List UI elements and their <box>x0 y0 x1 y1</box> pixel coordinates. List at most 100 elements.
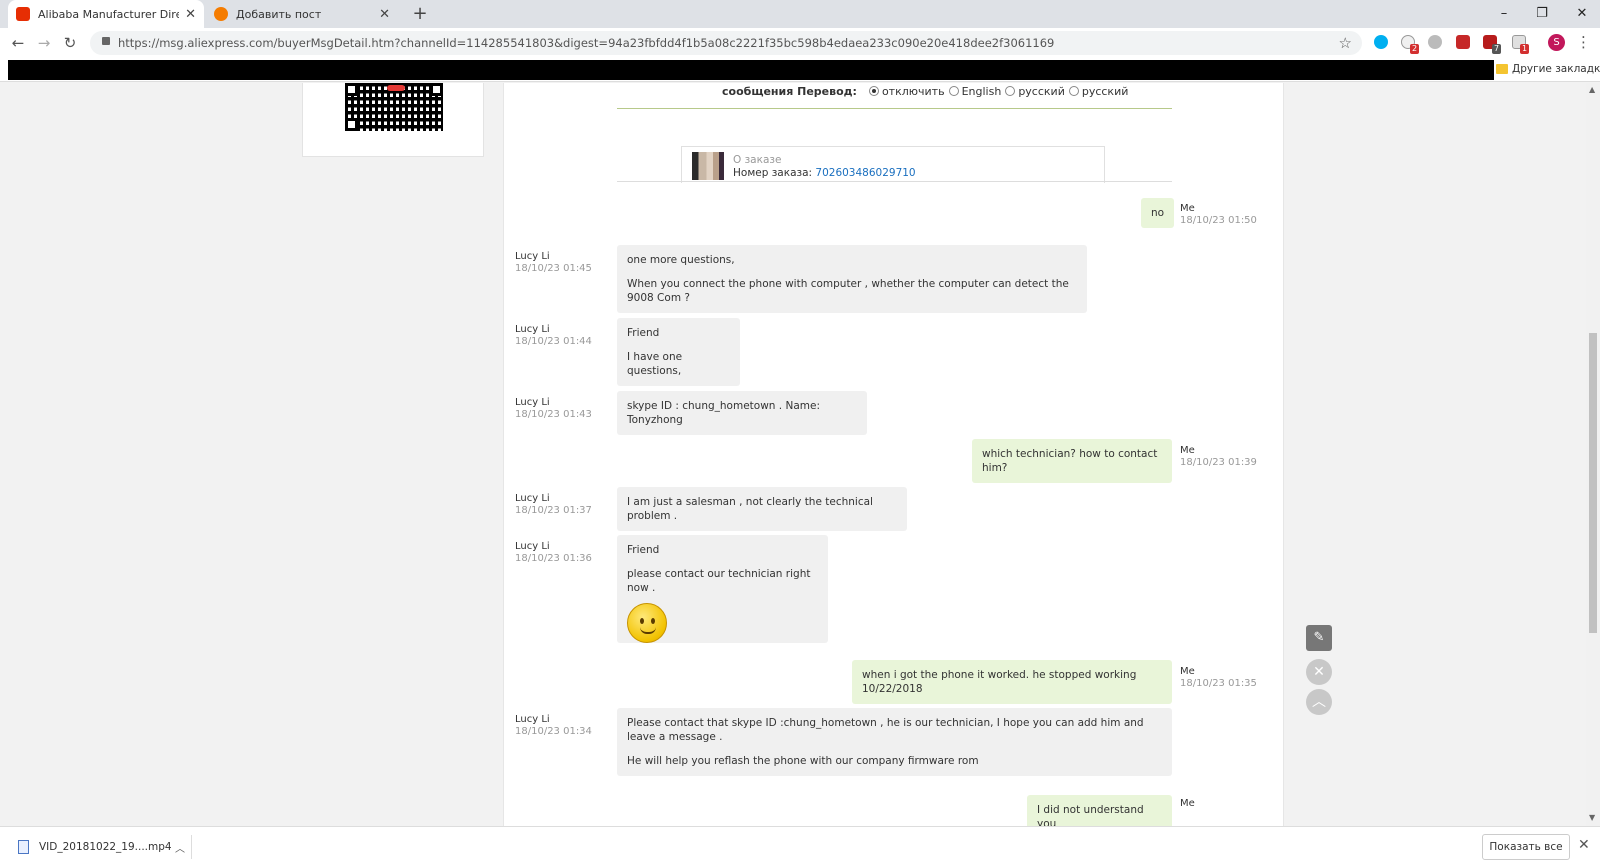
sender-name: Me <box>1180 203 1195 214</box>
translate-radio-russian-2[interactable] <box>1068 86 1079 96</box>
new-tab-button[interactable]: + <box>410 4 430 24</box>
message-bubble: when i got the phone it worked. he stopp… <box>852 660 1172 704</box>
extension-badge: 7 <box>1492 44 1502 54</box>
product-thumbnail[interactable] <box>692 152 724 180</box>
message-text: skype ID : chung_hometown . Name: Tonyzh… <box>627 400 820 426</box>
message-meta: Lucy Li 18/10/23 01:43 <box>515 397 592 421</box>
scroll-up-arrow-icon[interactable]: ▲ <box>1589 85 1595 94</box>
message-text: I have one questions, <box>627 351 683 377</box>
browser-toolbar: ← → ↻ https://msg.aliexpress.com/buyerMs… <box>0 28 1600 58</box>
tab-alibaba[interactable]: Alibaba Manufacturer Directory - ✕ <box>8 0 204 28</box>
scroll-top-chevron-icon[interactable]: ︿ <box>1306 689 1332 715</box>
cloud-extension-icon[interactable] <box>1428 35 1442 49</box>
message-text: please contact our technician right now … <box>627 568 811 594</box>
message-text: no <box>1151 207 1165 219</box>
profile-avatar[interactable]: S <box>1548 34 1565 51</box>
radio-label: English <box>961 84 1002 98</box>
extension-badge: 1 <box>1520 44 1530 54</box>
chevron-up-icon[interactable]: ︿ <box>175 840 185 855</box>
message-text: which technician? how to contact him? <box>982 448 1158 474</box>
window-close-icon[interactable]: ✕ <box>1572 4 1592 24</box>
tab-add-post[interactable]: Добавить пост ✕ <box>206 0 398 28</box>
aliexpress-favicon-icon <box>16 7 30 21</box>
download-shelf: VID_20181022_19....mp4 ︿ Показать все ✕ <box>0 826 1600 866</box>
order-about: О заказе <box>733 154 782 166</box>
message-time: 18/10/23 01:45 <box>515 263 592 274</box>
close-tab-icon[interactable]: ✕ <box>185 7 196 22</box>
sender-name: Lucy Li <box>515 714 550 725</box>
extension-icon[interactable] <box>1456 35 1470 49</box>
message-bubble: Friend please contact our technician rig… <box>617 535 828 643</box>
address-bar[interactable]: https://msg.aliexpress.com/buyerMsgDetai… <box>90 31 1362 55</box>
close-circle-icon[interactable]: ✕ <box>1306 659 1332 685</box>
message-text: I did not understand you <box>1037 804 1144 826</box>
scroll-thumb[interactable] <box>1589 333 1597 633</box>
bookmarks-bar: Другие закладки <box>0 58 1600 82</box>
close-tab-icon[interactable]: ✕ <box>379 7 390 22</box>
message-time: 18/10/23 01:44 <box>515 336 592 347</box>
qr-finder <box>430 83 443 96</box>
minimize-icon[interactable]: – <box>1494 4 1514 24</box>
message-time: 18/10/23 01:37 <box>515 505 592 516</box>
folder-icon <box>1496 64 1508 74</box>
message-text: Please contact that skype ID :chung_home… <box>627 717 1144 743</box>
page-scrollbar[interactable]: ▲ ▼ <box>1586 83 1600 826</box>
order-number-link[interactable]: 702603486029710 <box>815 167 915 179</box>
pencil-edit-icon[interactable]: ✎ <box>1306 625 1332 651</box>
message-bubble: which technician? how to contact him? <box>972 439 1172 483</box>
close-shelf-icon[interactable]: ✕ <box>1578 837 1590 853</box>
sender-name: Lucy Li <box>515 541 550 552</box>
message-text: When you connect the phone with computer… <box>627 278 1069 304</box>
sender-name: Lucy Li <box>515 324 550 335</box>
order-number-label: Номер заказа: <box>733 167 813 179</box>
divider <box>617 181 1172 182</box>
forward-arrow-icon[interactable]: → <box>34 33 54 53</box>
message-bubble: Friend I have one questions, <box>617 318 740 386</box>
qr-card <box>302 83 484 157</box>
qr-finder <box>345 83 358 96</box>
translate-options: сообщения Перевод: отключить English рус… <box>722 83 1128 99</box>
message-time: 18/10/23 01:50 <box>1180 215 1257 226</box>
file-icon <box>18 840 29 854</box>
smiley-mouth <box>640 627 656 634</box>
extension-badge: 2 <box>1410 44 1420 54</box>
message-bubble: I am just a salesman , not clearly the t… <box>617 487 907 531</box>
message-time: 18/10/23 01:35 <box>1180 678 1257 689</box>
order-card[interactable]: О заказе Номер заказа: 702603486029710 <box>681 146 1105 183</box>
sender-name: Lucy Li <box>515 397 550 408</box>
url-text[interactable]: https://msg.aliexpress.com/buyerMsgDetai… <box>118 36 1054 50</box>
message-time: 18/10/23 01:43 <box>515 409 592 420</box>
reload-icon[interactable]: ↻ <box>60 33 80 53</box>
message-meta: Me 18/10/23 01:50 <box>1180 203 1257 227</box>
bookmark-star-icon[interactable]: ☆ <box>1339 34 1352 52</box>
translate-radio-russian[interactable] <box>1005 86 1016 96</box>
message-text: He will help you reflash the phone with … <box>627 755 979 767</box>
scroll-down-arrow-icon[interactable]: ▼ <box>1589 813 1595 822</box>
order-number-row: Номер заказа: 702603486029710 <box>733 167 916 179</box>
download-item[interactable]: VID_20181022_19....mp4 ︿ <box>14 835 192 859</box>
translate-radio-english[interactable] <box>948 86 959 96</box>
qr-tag <box>387 85 405 91</box>
message-time: 18/10/23 01:39 <box>1180 457 1257 468</box>
restore-icon[interactable]: ❐ <box>1532 4 1552 24</box>
redacted-bookmarks <box>8 60 1494 80</box>
show-all-button[interactable]: Показать все <box>1482 834 1570 860</box>
translate-label: сообщения Перевод: <box>722 84 857 98</box>
message-time: 18/10/23 01:36 <box>515 553 592 564</box>
tab-strip: Alibaba Manufacturer Directory - ✕ Добав… <box>0 0 1600 28</box>
other-bookmarks[interactable]: Другие закладки <box>1512 63 1600 75</box>
message-meta: Lucy Li 18/10/23 01:36 <box>515 541 592 565</box>
divider <box>617 108 1172 109</box>
message-bubble: Please contact that skype ID :chung_home… <box>617 708 1172 776</box>
menu-kebab-icon[interactable]: ⋮ <box>1576 33 1591 51</box>
skype-extension-icon[interactable] <box>1374 35 1388 49</box>
message-time: 18/10/23 01:34 <box>515 726 592 737</box>
message-meta: Me 18/10/23 01:39 <box>1180 445 1257 469</box>
qr-finder <box>345 118 358 131</box>
download-filename[interactable]: VID_20181022_19....mp4 <box>39 841 175 853</box>
message-bubble: no <box>1141 198 1175 228</box>
message-meta: Me 18/10/23 01:35 <box>1180 666 1257 690</box>
sender-name: Lucy Li <box>515 493 550 504</box>
back-arrow-icon[interactable]: ← <box>8 33 28 53</box>
translate-radio-off[interactable] <box>868 86 879 96</box>
